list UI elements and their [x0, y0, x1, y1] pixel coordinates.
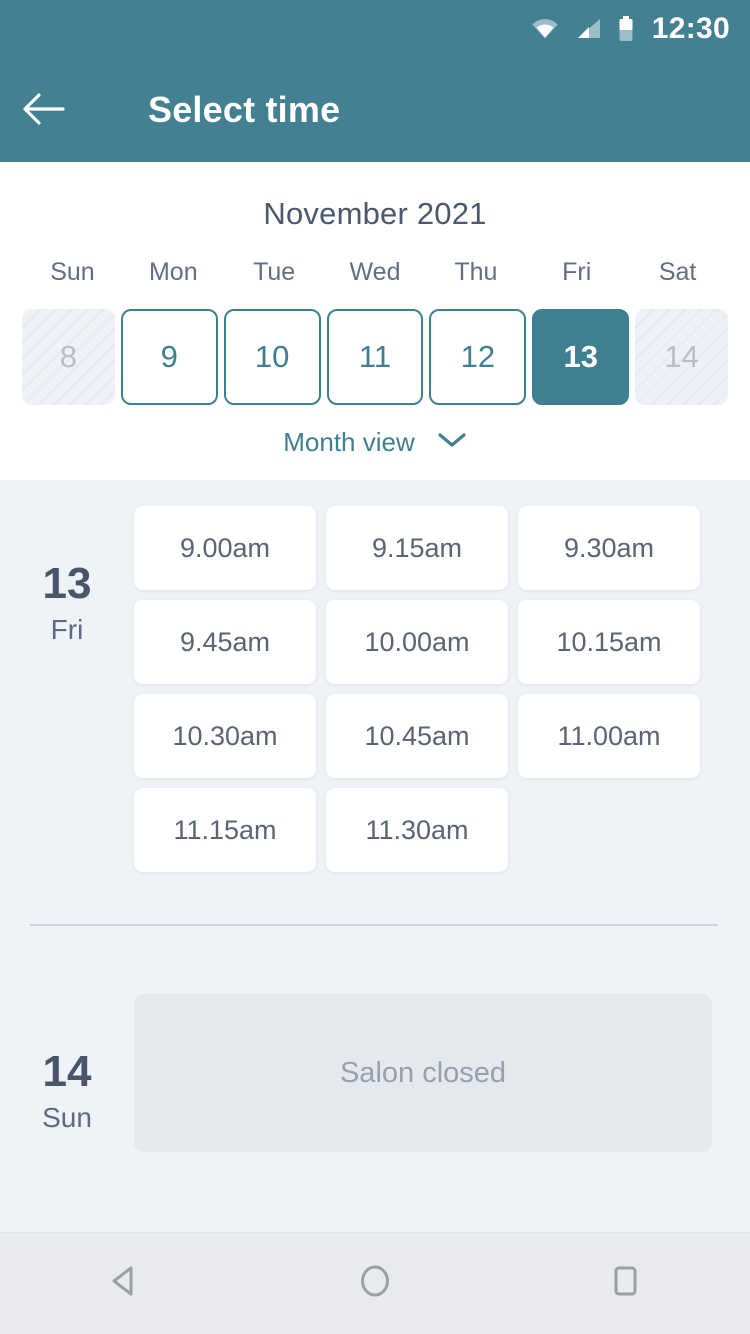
weekday-label: Wed [349, 258, 401, 286]
calendar-card: November 2021 Sun Mon Tue Wed Thu Fri Sa… [0, 162, 750, 480]
wifi-icon [530, 17, 560, 41]
weekday-header-row: Sun Mon Tue Wed Thu Fri Sat [0, 258, 750, 287]
nav-back-button[interactable] [65, 1233, 185, 1334]
salon-closed-banner: Salon closed [134, 994, 712, 1152]
android-nav-bar [0, 1232, 750, 1334]
weekday-label: Sat [658, 258, 697, 286]
time-slot-grid: 9.00am 9.15am 9.30am 9.45am 10.00am 10.1… [134, 506, 750, 872]
time-slot[interactable]: 9.00am [134, 506, 316, 590]
day-of-week: Sun [42, 1102, 92, 1133]
schedule-list: 13 Fri 9.00am 9.15am 9.30am 9.45am 10.00… [0, 480, 750, 1232]
weekday-label: Mon [148, 258, 198, 286]
signal-icon [576, 17, 602, 41]
home-circle-icon [355, 1261, 395, 1306]
day-number: 13 [42, 559, 92, 608]
status-clock: 12:30 [651, 12, 730, 45]
recents-square-icon [605, 1261, 645, 1306]
weekday-label: Tue [253, 258, 296, 286]
day-cell-13[interactable]: 13 [532, 309, 630, 405]
day-cell-8: 8 [22, 309, 115, 405]
status-bar: 12:30 [0, 0, 750, 58]
app-bar: Select time [0, 58, 750, 162]
page-title: Select time [148, 89, 341, 130]
chevron-down-icon [437, 431, 467, 454]
nav-recents-button[interactable] [565, 1233, 685, 1334]
time-slot[interactable]: 11.00am [518, 694, 700, 778]
time-slot[interactable]: 10.15am [518, 600, 700, 684]
day-label-14: 14 Sun [0, 994, 134, 1152]
nav-home-button[interactable] [315, 1233, 435, 1334]
month-title: November 2021 [263, 196, 487, 231]
back-arrow-icon [21, 92, 65, 129]
month-view-toggle[interactable]: Month view [0, 427, 750, 458]
weekday-label: Fri [562, 258, 592, 286]
day-label-13: 13 Fri [0, 506, 134, 872]
day-cell-row: 8 9 10 11 12 13 14 [0, 309, 750, 405]
month-view-label: Month view [283, 427, 415, 457]
time-slot[interactable]: 9.15am [326, 506, 508, 590]
time-slot[interactable]: 9.30am [518, 506, 700, 590]
weekday-label: Thu [454, 258, 498, 286]
time-slot[interactable]: 11.30am [326, 788, 508, 872]
phone-screen: 12:30 Select time November 2021 Sun Mon … [0, 0, 750, 1334]
day-number: 14 [42, 1047, 92, 1096]
weekday-label: Sun [50, 258, 95, 286]
time-slot[interactable]: 10.45am [326, 694, 508, 778]
back-button[interactable] [0, 58, 86, 162]
time-slot[interactable]: 9.45am [134, 600, 316, 684]
time-slot[interactable]: 11.15am [134, 788, 316, 872]
day-cell-9[interactable]: 9 [120, 309, 218, 405]
day-cell-11[interactable]: 11 [326, 309, 424, 405]
battery-icon [618, 16, 634, 42]
day-cell-14: 14 [635, 309, 729, 405]
schedule-day-14: 14 Sun Salon closed [0, 926, 750, 1152]
day-cell-10[interactable]: 10 [223, 309, 321, 405]
day-of-week: Fri [50, 614, 84, 645]
day-cell-12[interactable]: 12 [429, 309, 527, 405]
schedule-day-13: 13 Fri 9.00am 9.15am 9.30am 9.45am 10.00… [0, 480, 750, 872]
time-slot[interactable]: 10.00am [326, 600, 508, 684]
back-triangle-icon [105, 1261, 145, 1306]
time-slot[interactable]: 10.30am [134, 694, 316, 778]
